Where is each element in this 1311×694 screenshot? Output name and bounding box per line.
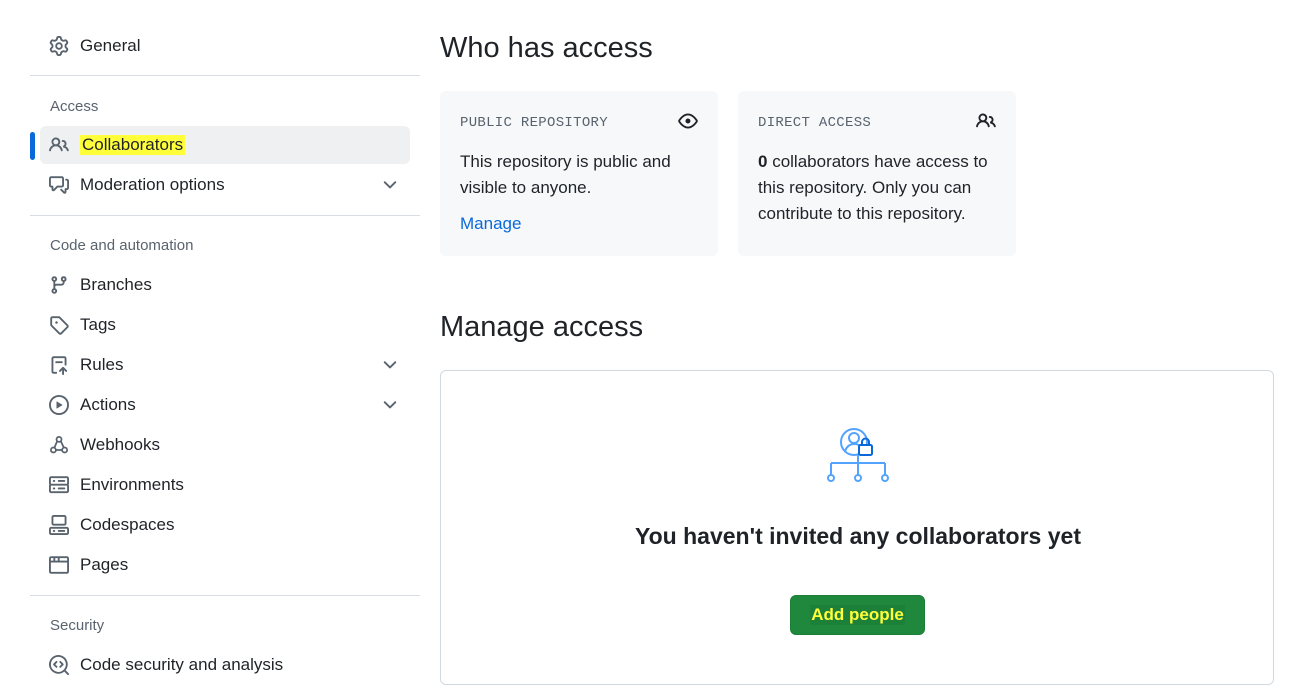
card-title: DIRECT ACCESS: [758, 115, 872, 131]
add-people-label: Add people: [810, 605, 905, 625]
sidebar-item-label: Moderation options: [80, 175, 225, 194]
sidebar-divider: [30, 75, 420, 76]
manage-access-box: You haven't invited any collaborators ye…: [440, 370, 1274, 685]
empty-state-title: You haven't invited any collaborators ye…: [635, 523, 1081, 549]
section-label-access: Access: [50, 98, 99, 115]
sidebar-item-label: Rules: [80, 355, 124, 374]
sidebar-item-pages[interactable]: Pages: [40, 546, 410, 584]
sidebar-item-label: Actions: [80, 395, 136, 414]
sidebar-item-codespaces[interactable]: Codespaces: [40, 506, 410, 544]
sidebar-item-rules[interactable]: Rules: [40, 346, 410, 384]
sidebar-item-label: Collaborators: [80, 135, 186, 155]
who-has-access-heading: Who has access: [440, 32, 653, 64]
manage-access-heading: Manage access: [440, 311, 644, 343]
codescan-icon: [49, 655, 69, 675]
card-body: This repository is public and visible to…: [460, 152, 671, 197]
chevron-down-icon[interactable]: [380, 355, 400, 375]
public-repository-card: PUBLIC REPOSITORY This repository is pub…: [440, 91, 718, 256]
sidebar-item-actions[interactable]: Actions: [40, 386, 410, 424]
section-label-security: Security: [50, 617, 105, 634]
sidebar-item-tags[interactable]: Tags: [40, 306, 410, 344]
sidebar-divider: [30, 215, 420, 216]
sidebar-item-general[interactable]: General: [40, 27, 410, 65]
people-icon: [976, 113, 996, 128]
add-people-button[interactable]: Add people: [790, 595, 925, 635]
sidebar-item-label: General: [80, 36, 141, 55]
sidebar-item-label: Webhooks: [80, 435, 161, 454]
play-icon: [49, 395, 69, 415]
card-title: PUBLIC REPOSITORY: [460, 115, 608, 131]
gear-icon: [49, 36, 69, 56]
chevron-down-icon[interactable]: [380, 175, 400, 195]
server-icon: [49, 475, 69, 495]
sidebar-divider: [30, 595, 420, 596]
manage-link[interactable]: Manage: [460, 214, 698, 234]
sidebar-item-label: Environments: [80, 475, 184, 494]
collaborators-illustration-icon: [827, 428, 889, 482]
sidebar-item-label: Codespaces: [80, 515, 175, 534]
sidebar-item-code-security-and-analysis[interactable]: Code security and analysis: [40, 646, 410, 684]
sidebar-item-label: Branches: [80, 275, 152, 294]
chevron-down-icon[interactable]: [380, 395, 400, 415]
sidebar-item-environments[interactable]: Environments: [40, 466, 410, 504]
eye-icon: [678, 113, 698, 129]
direct-access-card: DIRECT ACCESS 0 collaborators have acces…: [738, 91, 1016, 256]
sidebar-item-label: Tags: [80, 315, 116, 334]
sidebar-item-collaborators[interactable]: Collaborators: [40, 126, 410, 164]
webhook-icon: [49, 435, 69, 455]
active-indicator: [30, 132, 35, 160]
git-branch-icon: [49, 275, 69, 295]
sidebar-item-moderation-options[interactable]: Moderation options: [40, 166, 410, 204]
sidebar-item-label: Code security and analysis: [80, 655, 284, 674]
sidebar-item-label: Pages: [80, 555, 129, 574]
card-body-text: collaborators have access to this reposi…: [758, 152, 988, 223]
card-body: 0 collaborators have access to this repo…: [758, 149, 996, 227]
sidebar-item-branches[interactable]: Branches: [40, 266, 410, 304]
section-label-code-and-automation: Code and automation: [50, 237, 194, 254]
codespaces-icon: [49, 515, 69, 535]
sidebar-item-webhooks[interactable]: Webhooks: [40, 426, 410, 464]
rules-icon: [49, 355, 69, 375]
tag-icon: [49, 315, 69, 335]
browser-icon: [49, 555, 69, 575]
comment-discussion-icon: [49, 175, 69, 195]
people-icon: [49, 135, 69, 155]
